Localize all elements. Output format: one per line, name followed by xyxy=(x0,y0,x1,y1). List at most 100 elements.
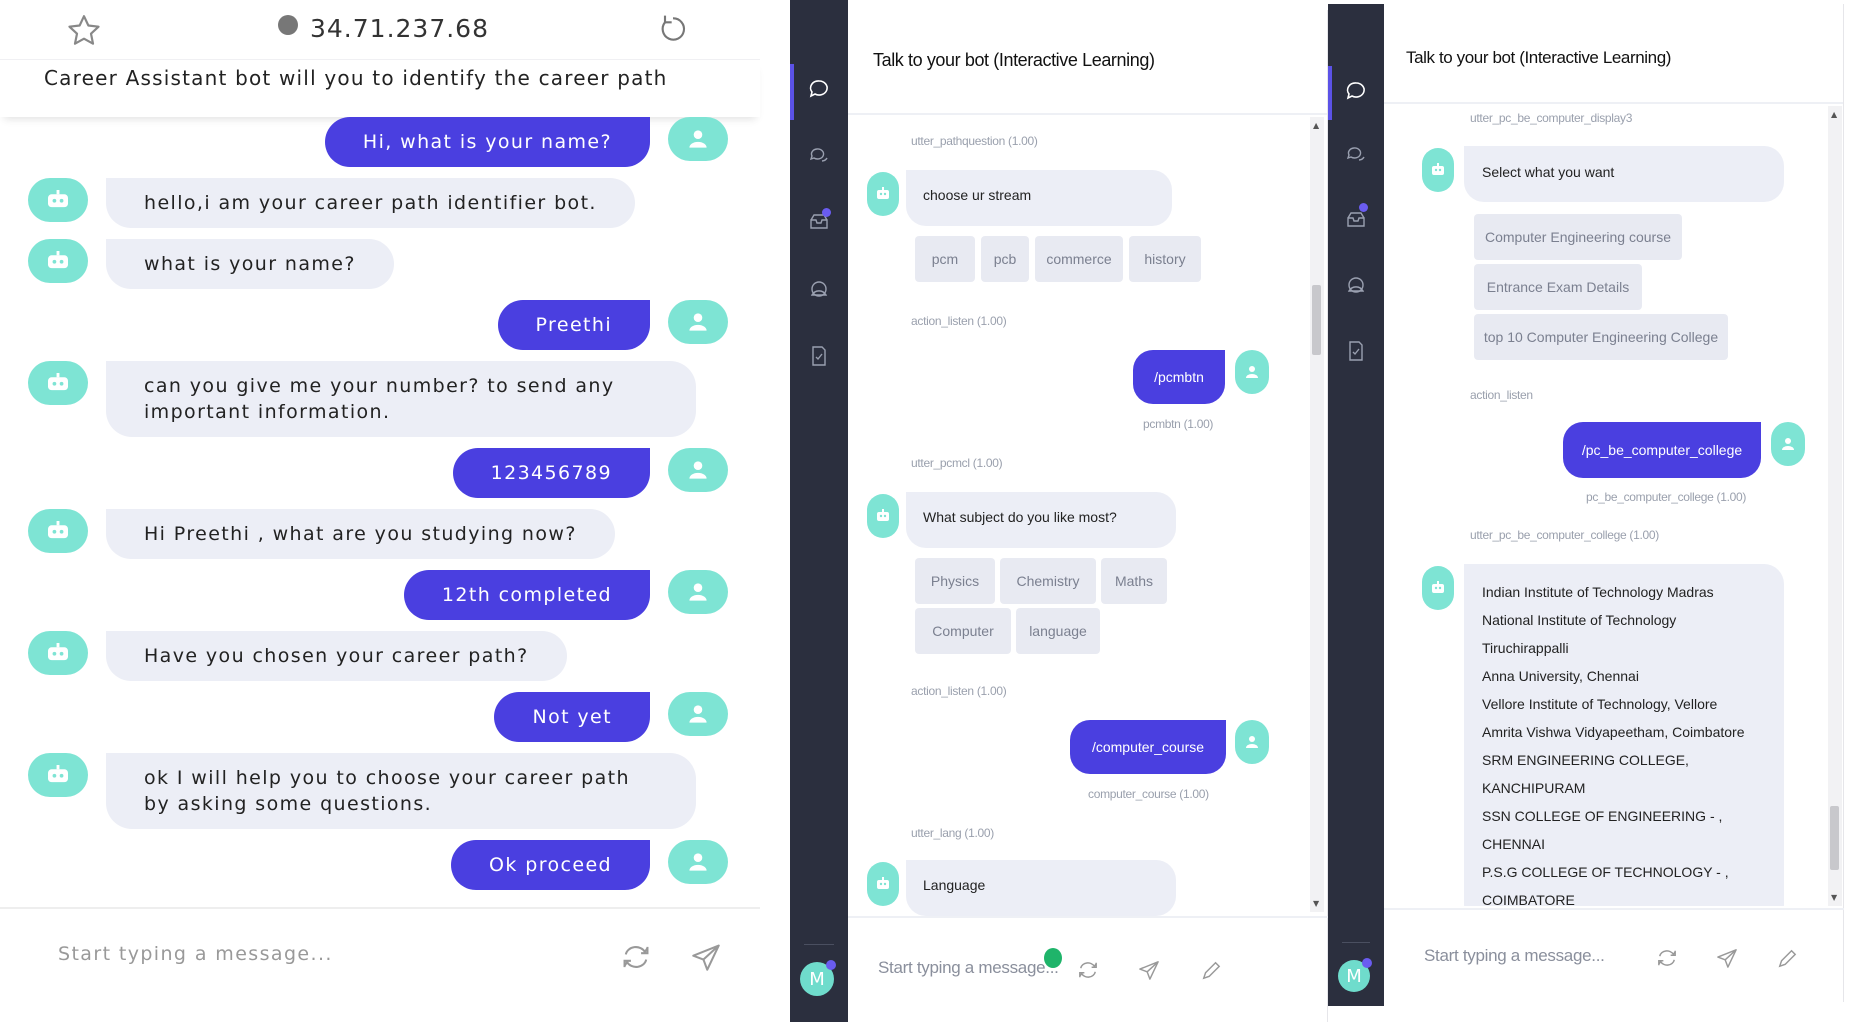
models-nav-icon[interactable] xyxy=(1328,274,1384,296)
bot-message: hello,i am your career path identifier b… xyxy=(106,178,635,228)
college-list-item: Indian Institute of Technology Madras xyxy=(1482,584,1714,600)
quick-reply-chip[interactable]: Computer xyxy=(915,608,1011,654)
refresh-icon[interactable] xyxy=(1077,960,1099,980)
quick-reply-chip[interactable]: Maths xyxy=(1101,558,1167,604)
inbox-nav-icon[interactable] xyxy=(790,210,848,232)
send-icon[interactable] xyxy=(1138,960,1160,980)
quick-reply-chip[interactable]: pcm xyxy=(915,236,975,282)
bot-avatar xyxy=(28,753,88,797)
grammarly-icon[interactable] xyxy=(1044,948,1062,968)
intent-label: pcmbtn (1.00) xyxy=(1143,417,1214,431)
user-message-row: 12th completed xyxy=(0,570,760,620)
conversations-nav-icon[interactable] xyxy=(790,145,848,167)
user-avatar xyxy=(668,448,728,492)
bot-message-row: what is your name? xyxy=(0,239,760,289)
action-label: utter_pc_be_computer_display3 xyxy=(1470,111,1633,125)
edit-icon[interactable] xyxy=(1776,948,1798,968)
notification-badge xyxy=(1359,203,1368,212)
user-message: /computer_course xyxy=(1070,720,1226,774)
bot-message: ok I will help you to choose your career… xyxy=(106,753,696,829)
user-avatar[interactable]: M xyxy=(800,960,836,996)
college-list-item: Amrita Vishwa Vidyapeetham, Coimbatore xyxy=(1482,724,1745,740)
send-icon[interactable] xyxy=(690,943,722,971)
message-input[interactable]: Start typing a message... xyxy=(1424,946,1605,966)
address-text: 34.71.237.68 xyxy=(310,14,489,43)
intent-label: pc_be_computer_college (1.00) xyxy=(1586,490,1747,504)
user-message-row: 123456789 xyxy=(0,448,760,498)
refresh-icon[interactable] xyxy=(1656,948,1678,968)
conversation-area: utter_pc_be_computer_display3 Select wha… xyxy=(1384,106,1828,906)
bot-message: Hi Preethi , what are you studying now? xyxy=(106,509,615,559)
address-bar[interactable]: 34.71.237.68 xyxy=(278,14,489,43)
user-avatar[interactable]: M xyxy=(1338,958,1372,992)
message-composer: Start typing a message... xyxy=(0,907,760,1008)
refresh-icon[interactable] xyxy=(620,943,652,971)
page-title: Talk to your bot (Interactive Learning) xyxy=(848,10,1327,115)
chat-nav-icon[interactable] xyxy=(790,78,848,100)
message-input[interactable]: Start typing a message... xyxy=(878,958,1059,978)
scroll-down-icon[interactable]: ▼ xyxy=(1831,893,1837,902)
message-composer: Start typing a message... xyxy=(848,916,1328,1022)
college-list-item: Tiruchirappalli xyxy=(1482,640,1569,656)
quick-reply-chip[interactable]: language xyxy=(1016,608,1100,654)
reload-icon[interactable] xyxy=(656,13,690,45)
action-label: utter_pathquestion (1.00) xyxy=(911,134,1038,148)
bot-avatar xyxy=(28,239,88,283)
bot-message: Select what you want xyxy=(1464,146,1784,202)
user-message-row: Hi, what is your name? xyxy=(0,117,760,167)
bot-message: choose ur stream xyxy=(906,170,1172,226)
quick-reply-chip[interactable]: history xyxy=(1129,236,1201,282)
college-list-item: Vellore Institute of Technology, Vellore xyxy=(1482,696,1718,712)
action-label: action_listen (1.00) xyxy=(911,684,1007,698)
quick-reply-chip[interactable]: Physics xyxy=(915,558,995,604)
edit-icon[interactable] xyxy=(1200,960,1222,980)
scroll-up-icon[interactable]: ▲ xyxy=(1313,121,1319,130)
user-avatar-small xyxy=(1771,422,1805,466)
college-list-item: KANCHIPURAM xyxy=(1482,780,1586,796)
document-nav-icon[interactable] xyxy=(1328,340,1384,362)
inbox-nav-icon[interactable] xyxy=(1328,208,1384,230)
conversations-nav-icon[interactable] xyxy=(1328,144,1384,166)
quick-reply-chip[interactable]: pcb xyxy=(981,236,1029,282)
college-list-item: Anna University, Chennai xyxy=(1482,668,1639,684)
bot-message: What subject do you like most? xyxy=(906,492,1176,548)
models-nav-icon[interactable] xyxy=(790,278,848,300)
quick-reply-chip[interactable]: Computer Engineering course xyxy=(1474,214,1682,260)
status-dot xyxy=(1362,958,1372,968)
quick-reply-chip[interactable]: commerce xyxy=(1035,236,1123,282)
user-avatar xyxy=(668,692,728,736)
message-input[interactable]: Start typing a message... xyxy=(58,943,333,965)
star-icon[interactable] xyxy=(66,14,102,46)
bot-message: can you give me your number? to send any… xyxy=(106,361,696,437)
quick-reply-chip[interactable]: Chemistry xyxy=(1000,558,1096,604)
scrollbar-thumb[interactable] xyxy=(1830,806,1839,870)
sidebar-panel-3: M xyxy=(1328,4,1384,1006)
bot-avatar xyxy=(867,172,899,216)
bot-avatar xyxy=(1422,148,1454,192)
document-nav-icon[interactable] xyxy=(790,345,848,367)
user-message: /pcmbtn xyxy=(1133,350,1225,404)
quick-reply-chip[interactable]: top 10 Computer Engineering College xyxy=(1474,314,1728,360)
bot-avatar xyxy=(867,494,899,538)
page-title: Talk to your bot (Interactive Learning) xyxy=(1384,4,1843,104)
action-label: utter_lang (1.00) xyxy=(911,826,994,840)
bot-avatar xyxy=(28,361,88,405)
info-icon xyxy=(278,15,298,35)
bot-avatar xyxy=(28,509,88,553)
send-icon[interactable] xyxy=(1716,948,1738,968)
college-list-item: COIMBATORE xyxy=(1482,892,1575,906)
scrollbar[interactable]: ▲ ▼ xyxy=(1828,106,1842,906)
scrollbar[interactable]: ▲ ▼ xyxy=(1310,117,1324,912)
bot-avatar xyxy=(1422,566,1454,610)
scroll-down-icon[interactable]: ▼ xyxy=(1313,899,1319,908)
intent-label: computer_course (1.00) xyxy=(1088,787,1209,801)
bot-message: Have you chosen your career path? xyxy=(106,631,567,681)
user-message-row: Not yet xyxy=(0,692,760,742)
scrollbar-thumb[interactable] xyxy=(1312,285,1321,355)
quick-reply-chip[interactable]: Entrance Exam Details xyxy=(1474,264,1642,310)
conversation-area: utter_pathquestion (1.00) choose ur stre… xyxy=(848,117,1310,927)
user-message: 12th completed xyxy=(403,570,650,620)
bot-message-row: hello,i am your career path identifier b… xyxy=(0,178,760,228)
chat-nav-icon[interactable] xyxy=(1328,80,1384,102)
scroll-up-icon[interactable]: ▲ xyxy=(1831,110,1837,119)
